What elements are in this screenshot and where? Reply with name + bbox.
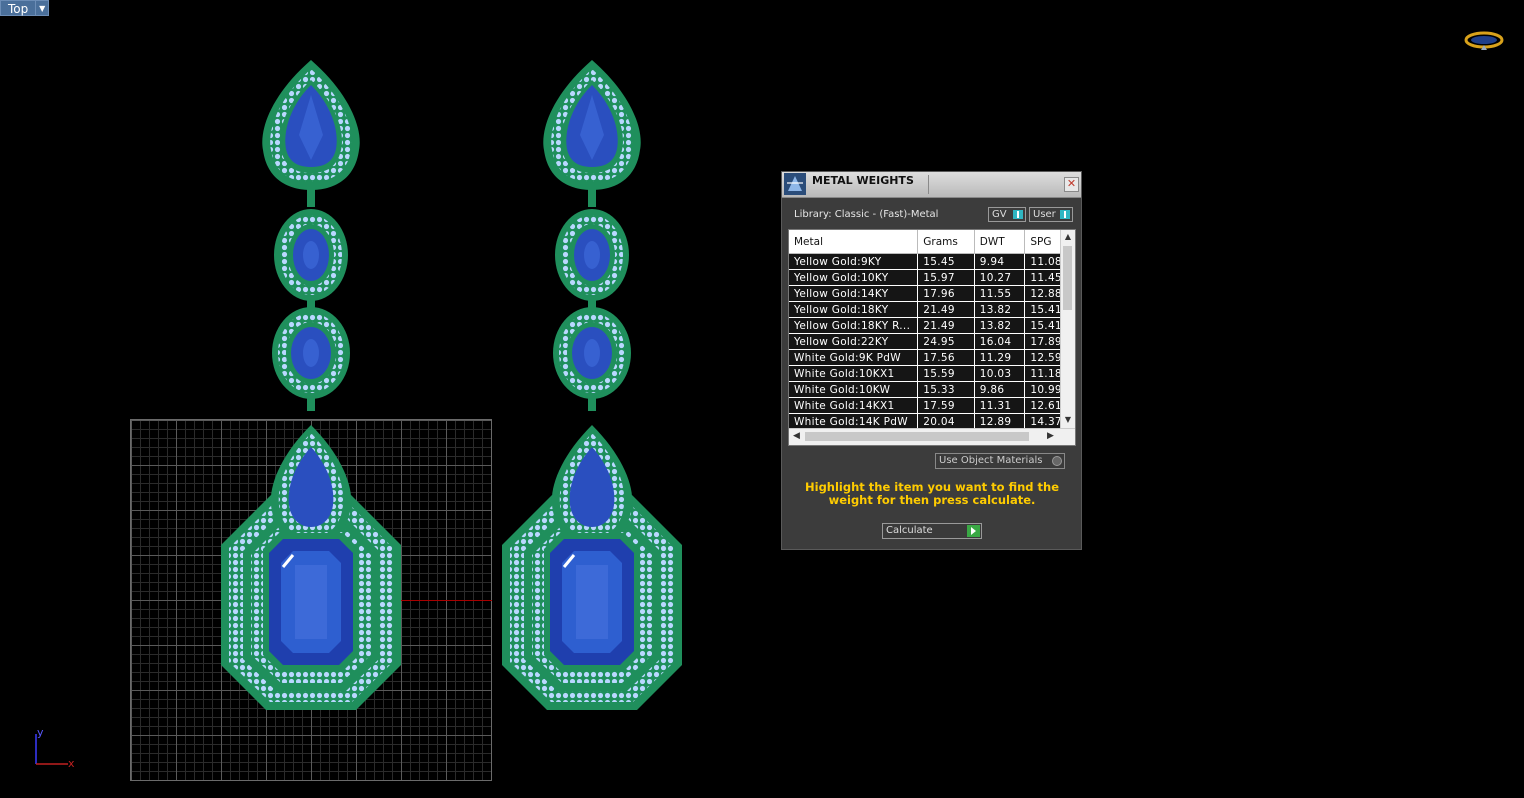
col-header-metal[interactable]: Metal bbox=[789, 230, 919, 254]
user-switch-icon bbox=[1060, 210, 1070, 219]
play-arrow-icon bbox=[967, 525, 980, 537]
calculate-button[interactable]: Calculate bbox=[882, 523, 982, 539]
cell-dwt: 10.03 bbox=[974, 365, 1026, 382]
viewport-menu-arrow-icon[interactable]: ▼ bbox=[36, 0, 50, 16]
ring-logo-icon bbox=[1464, 31, 1504, 50]
cell-metal: Yellow Gold:18KY bbox=[789, 301, 919, 318]
metal-table-grid: Metal Grams DWT SPG Yellow Gold:9KY 15.45… bbox=[789, 230, 1075, 430]
metal-weights-panel: METAL WEIGHTS ✕ Library: Classic - (Fast… bbox=[781, 171, 1082, 550]
table-row[interactable]: White Gold:10KX1 15.59 10.03 11.18 bbox=[789, 365, 1075, 382]
horizontal-scroll-thumb[interactable] bbox=[805, 432, 1029, 441]
use-object-materials-button[interactable]: Use Object Materials bbox=[935, 453, 1065, 469]
table-row[interactable]: Yellow Gold:22KY 24.95 16.04 17.89 bbox=[789, 333, 1075, 350]
cell-metal: Yellow Gold:10KY bbox=[789, 269, 919, 286]
axis-x-label: x bbox=[68, 757, 75, 770]
viewport-name[interactable]: Top bbox=[0, 0, 37, 16]
cell-dwt: 13.82 bbox=[974, 317, 1026, 334]
user-toggle[interactable]: User bbox=[1029, 207, 1073, 222]
close-icon[interactable]: ✕ bbox=[1064, 177, 1079, 192]
cell-grams: 21.49 bbox=[917, 317, 975, 334]
cell-grams: 17.56 bbox=[917, 349, 975, 366]
x-axis-line bbox=[400, 600, 492, 601]
cell-metal: White Gold:10KW bbox=[789, 381, 919, 398]
table-row[interactable]: White Gold:9K PdW 17.56 11.29 12.59 bbox=[789, 349, 1075, 366]
metal-table[interactable]: Metal Grams DWT SPG Yellow Gold:9KY 15.45… bbox=[788, 229, 1076, 446]
cell-dwt: 13.82 bbox=[974, 301, 1026, 318]
cell-metal: Yellow Gold:9KY bbox=[789, 253, 919, 270]
table-row[interactable]: White Gold:14KX1 17.59 11.31 12.61 bbox=[789, 397, 1075, 414]
vertical-scroll-thumb[interactable] bbox=[1063, 246, 1072, 310]
cell-dwt: 10.27 bbox=[974, 269, 1026, 286]
table-row[interactable]: Yellow Gold:10KY 15.97 10.27 11.45 bbox=[789, 269, 1075, 286]
earring-left bbox=[221, 60, 401, 710]
col-header-grams[interactable]: Grams bbox=[917, 230, 975, 254]
cell-metal: White Gold:9K PdW bbox=[789, 349, 919, 366]
gv-toggle-label: GV bbox=[992, 209, 1007, 220]
table-row[interactable]: Yellow Gold:18KY R... 21.49 13.82 15.41 bbox=[789, 317, 1075, 334]
instruction-text: Highlight the item you want to find the … bbox=[805, 480, 1059, 507]
scroll-down-icon[interactable]: ▼ bbox=[1062, 415, 1074, 427]
cell-grams: 15.97 bbox=[917, 269, 975, 286]
cell-metal: Yellow Gold:14KY bbox=[789, 285, 919, 302]
viewport-label[interactable]: Top ▼ bbox=[0, 0, 50, 16]
cell-metal: Yellow Gold:18KY R... bbox=[789, 317, 919, 334]
use-object-materials-label: Use Object Materials bbox=[939, 455, 1043, 466]
cell-grams: 21.49 bbox=[917, 301, 975, 318]
cell-dwt: 11.31 bbox=[974, 397, 1026, 414]
cell-grams: 24.95 bbox=[917, 333, 975, 350]
axis-y-label: y bbox=[37, 726, 44, 739]
cell-grams: 15.59 bbox=[917, 365, 975, 382]
title-separator bbox=[928, 175, 929, 194]
col-header-dwt[interactable]: DWT bbox=[974, 230, 1026, 254]
user-toggle-label: User bbox=[1033, 209, 1056, 220]
cell-dwt: 11.29 bbox=[974, 349, 1026, 366]
panel-titlebar[interactable]: METAL WEIGHTS ✕ bbox=[782, 172, 1081, 198]
table-header-row: Metal Grams DWT SPG bbox=[789, 230, 1075, 254]
table-row[interactable]: Yellow Gold:9KY 15.45 9.94 11.08 bbox=[789, 253, 1075, 270]
panel-title: METAL WEIGHTS bbox=[812, 174, 914, 187]
gv-toggle[interactable]: GV bbox=[988, 207, 1026, 222]
scale-icon bbox=[784, 173, 806, 195]
library-label: Library: Classic - (Fast)-Metal bbox=[794, 209, 939, 220]
scroll-right-icon[interactable]: ▶ bbox=[1047, 431, 1054, 441]
cell-dwt: 9.94 bbox=[974, 253, 1026, 270]
cell-grams: 15.45 bbox=[917, 253, 975, 270]
cell-grams: 15.33 bbox=[917, 381, 975, 398]
earring-right bbox=[502, 60, 682, 710]
axis-indicator: y x bbox=[35, 726, 75, 770]
scroll-up-icon[interactable]: ▲ bbox=[1062, 232, 1074, 244]
gv-switch-icon bbox=[1013, 210, 1023, 219]
cell-metal: White Gold:14KX1 bbox=[789, 397, 919, 414]
cell-dwt: 16.04 bbox=[974, 333, 1026, 350]
radio-dot-icon bbox=[1052, 456, 1062, 466]
cell-metal: Yellow Gold:22KY bbox=[789, 333, 919, 350]
scroll-left-icon[interactable]: ◀ bbox=[793, 431, 800, 441]
calculate-label: Calculate bbox=[886, 525, 933, 536]
vertical-scrollbar[interactable]: ▲ ▼ bbox=[1060, 230, 1075, 429]
horizontal-scrollbar[interactable]: ◀ ▶ bbox=[789, 428, 1075, 445]
cell-metal: White Gold:10KX1 bbox=[789, 365, 919, 382]
cell-grams: 17.96 bbox=[917, 285, 975, 302]
table-row[interactable]: Yellow Gold:18KY 21.49 13.82 15.41 bbox=[789, 301, 1075, 318]
table-row[interactable]: White Gold:10KW 15.33 9.86 10.99 bbox=[789, 381, 1075, 398]
table-row[interactable]: Yellow Gold:14KY 17.96 11.55 12.88 bbox=[789, 285, 1075, 302]
cell-dwt: 9.86 bbox=[974, 381, 1026, 398]
cell-dwt: 11.55 bbox=[974, 285, 1026, 302]
cell-grams: 17.59 bbox=[917, 397, 975, 414]
